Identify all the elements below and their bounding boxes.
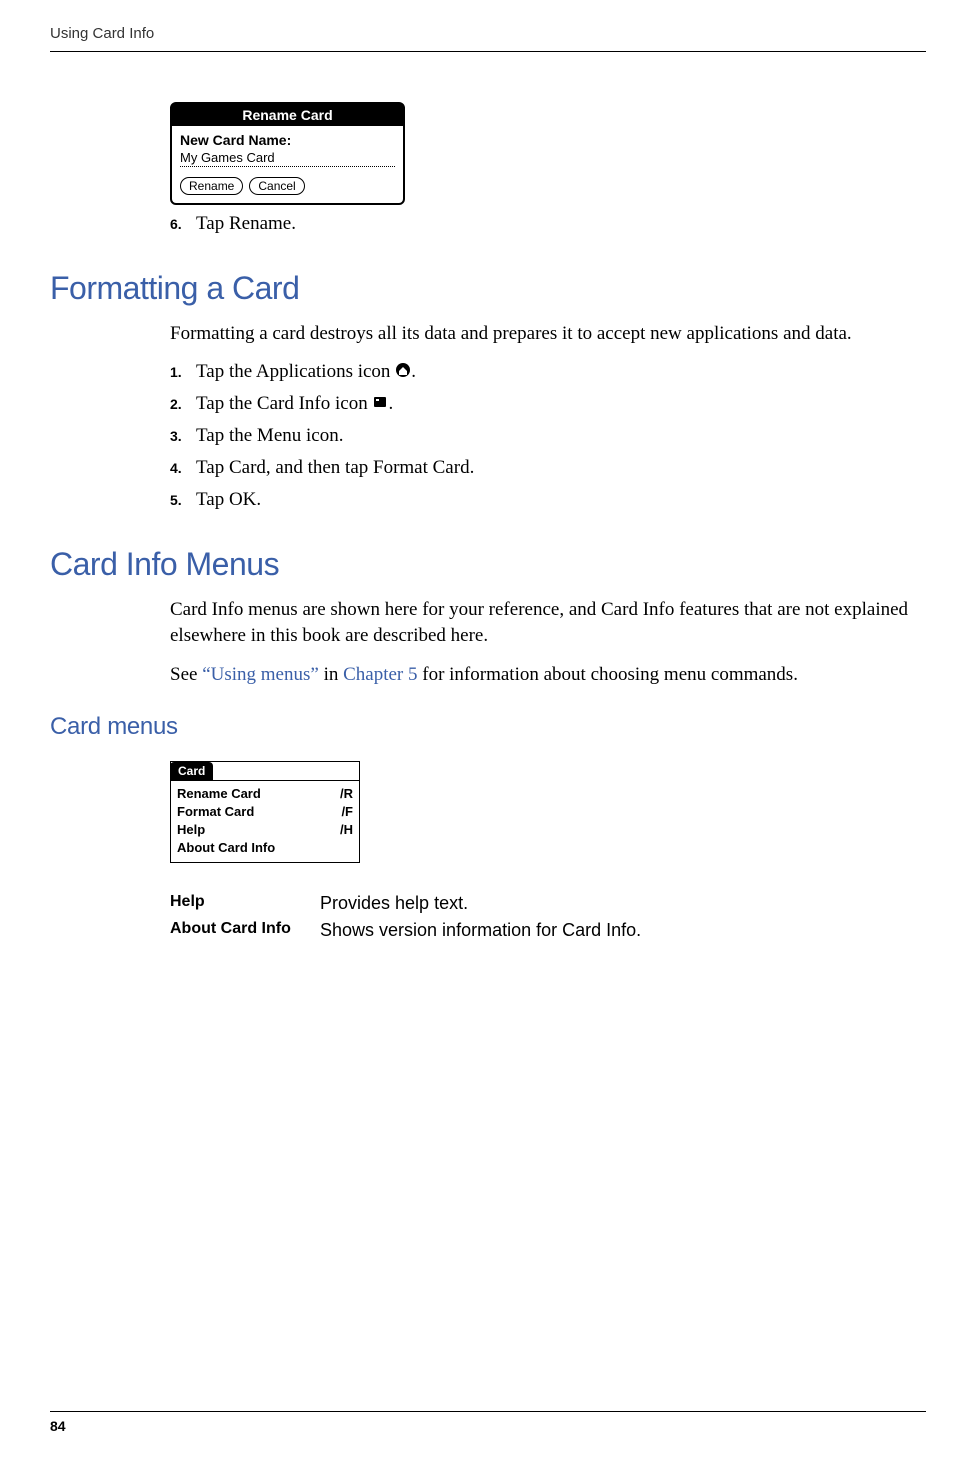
dialog-field-label: New Card Name: bbox=[180, 132, 395, 148]
definition-help: Help Provides help text. bbox=[170, 893, 916, 914]
formatting-heading: Formatting a Card bbox=[50, 270, 916, 307]
step-number: 5. bbox=[170, 492, 196, 508]
dialog-body: New Card Name: My Games Card Rename Canc… bbox=[172, 126, 403, 203]
page-header: Using Card Info bbox=[50, 0, 926, 52]
menu-item-help[interactable]: Help /H bbox=[177, 821, 353, 839]
menus-see-also: See “Using menus” in Chapter 5 for infor… bbox=[170, 662, 916, 688]
dialog-button-row: Rename Cancel bbox=[180, 177, 395, 195]
page-number: 84 bbox=[50, 1418, 66, 1434]
step-3: 3. Tap the Menu icon. bbox=[170, 425, 916, 447]
def-term: About Card Info bbox=[170, 920, 320, 941]
page-footer: 84 bbox=[50, 1411, 926, 1436]
step-list-continuation: 6. Tap Rename. bbox=[170, 213, 916, 235]
step-text: Tap Card, and then tap Format Card. bbox=[196, 457, 474, 479]
menu-item-format[interactable]: Format Card /F bbox=[177, 803, 353, 821]
card-menu-screenshot: Card Rename Card /R Format Card /F Help … bbox=[170, 761, 360, 863]
formatting-intro: Formatting a card destroys all its data … bbox=[170, 321, 916, 347]
step-number: 3. bbox=[170, 428, 196, 444]
dialog-title: Rename Card bbox=[172, 104, 403, 126]
def-term: Help bbox=[170, 893, 320, 914]
step-number: 6. bbox=[170, 216, 196, 232]
menu-item-about[interactable]: About Card Info bbox=[177, 839, 353, 857]
step-text: Tap Rename. bbox=[196, 213, 296, 235]
def-desc: Provides help text. bbox=[320, 893, 468, 914]
step-text: Tap the Menu icon. bbox=[196, 425, 343, 447]
chapter-title: Using Card Info bbox=[50, 25, 154, 42]
step-4: 4. Tap Card, and then tap Format Card. bbox=[170, 457, 916, 479]
applications-home-icon bbox=[395, 362, 411, 383]
card-info-menus-heading: Card Info Menus bbox=[50, 546, 916, 583]
step-2: 2. Tap the Card Info icon . bbox=[170, 393, 916, 415]
card-menus-heading: Card menus bbox=[50, 713, 916, 741]
menu-item-rename[interactable]: Rename Card /R bbox=[177, 785, 353, 803]
chapter-5-link[interactable]: Chapter 5 bbox=[343, 664, 417, 685]
card-info-icon bbox=[372, 394, 388, 415]
rename-button[interactable]: Rename bbox=[180, 177, 243, 195]
step-number: 4. bbox=[170, 460, 196, 476]
main-content: Rename Card New Card Name: My Games Card… bbox=[50, 102, 926, 941]
step-6: 6. Tap Rename. bbox=[170, 213, 916, 235]
step-1: 1. Tap the Applications icon . bbox=[170, 361, 916, 383]
card-name-input[interactable]: My Games Card bbox=[180, 150, 395, 167]
def-desc: Shows version information for Card Info. bbox=[320, 920, 641, 941]
step-text: Tap the Applications icon . bbox=[196, 361, 416, 383]
step-text: Tap the Card Info icon . bbox=[196, 393, 393, 415]
step-number: 2. bbox=[170, 396, 196, 412]
using-menus-link[interactable]: “Using menus” bbox=[202, 664, 319, 685]
menu-items-list: Rename Card /R Format Card /F Help /H Ab… bbox=[171, 780, 359, 862]
rename-card-dialog: Rename Card New Card Name: My Games Card… bbox=[170, 102, 405, 205]
definition-about: About Card Info Shows version informatio… bbox=[170, 920, 916, 941]
menu-tab-card[interactable]: Card bbox=[170, 762, 213, 780]
cancel-button[interactable]: Cancel bbox=[249, 177, 304, 195]
formatting-steps: 1. Tap the Applications icon . 2. Tap th… bbox=[170, 361, 916, 511]
step-number: 1. bbox=[170, 364, 196, 380]
step-5: 5. Tap OK. bbox=[170, 489, 916, 511]
step-text: Tap OK. bbox=[196, 489, 261, 511]
definitions-table: Help Provides help text. About Card Info… bbox=[170, 893, 916, 941]
menus-intro: Card Info menus are shown here for your … bbox=[170, 597, 916, 648]
